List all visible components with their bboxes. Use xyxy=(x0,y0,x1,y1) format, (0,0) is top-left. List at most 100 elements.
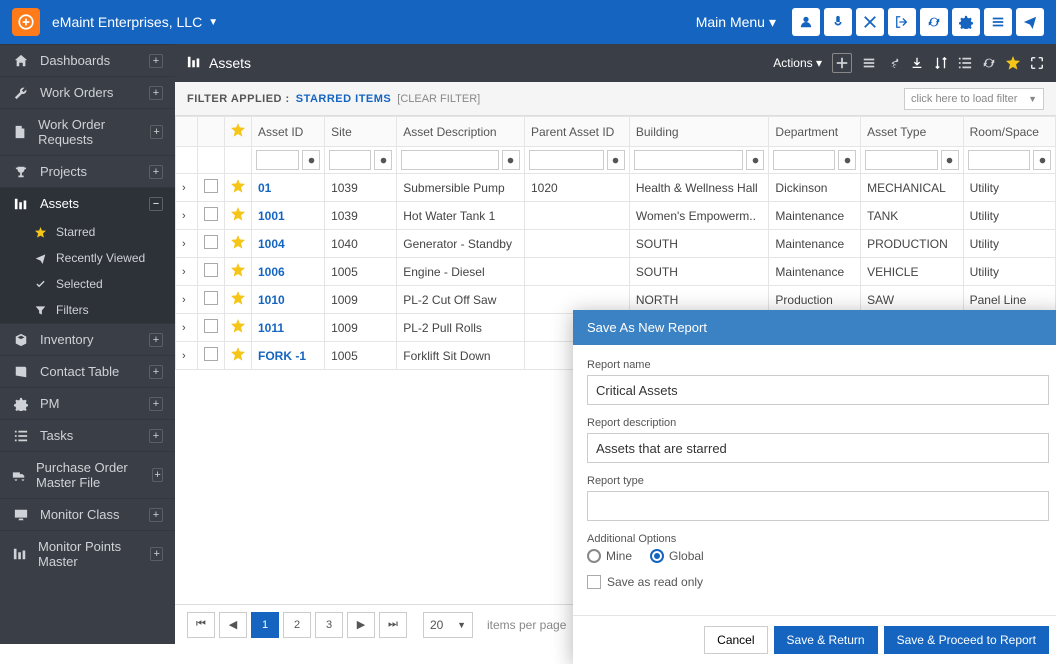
sidebar-item-projects[interactable]: Projects+ xyxy=(0,155,175,187)
expand-row-icon[interactable]: › xyxy=(176,342,198,370)
sidebar-sub-filters[interactable]: Filters xyxy=(0,297,175,323)
filter-btn-icon[interactable] xyxy=(941,150,959,170)
settings-icon[interactable] xyxy=(952,8,980,36)
sidebar-item-po-master[interactable]: Purchase Order Master File+ xyxy=(0,451,175,498)
sidebar-item-work-orders[interactable]: Work Orders+ xyxy=(0,76,175,108)
row-star-icon[interactable] xyxy=(225,202,252,230)
refresh-icon[interactable] xyxy=(920,8,948,36)
sidebar-item-pm[interactable]: PM+ xyxy=(0,387,175,419)
mic-icon[interactable] xyxy=(824,8,852,36)
expand-icon[interactable]: + xyxy=(149,508,163,522)
sidebar-item-dashboards[interactable]: Dashboards+ xyxy=(0,44,175,76)
save-return-button[interactable]: Save & Return xyxy=(774,626,878,654)
row-star-icon[interactable] xyxy=(225,286,252,314)
sidebar-sub-selected[interactable]: Selected xyxy=(0,271,175,297)
refresh-icon[interactable] xyxy=(982,56,996,70)
row-checkbox[interactable] xyxy=(198,202,225,230)
asset-id-link[interactable]: 1004 xyxy=(258,237,285,251)
filter-btn-icon[interactable] xyxy=(502,150,520,170)
expand-row-icon[interactable]: › xyxy=(176,202,198,230)
expand-icon[interactable]: + xyxy=(149,333,163,347)
row-checkbox[interactable] xyxy=(198,258,225,286)
column-department[interactable]: Department xyxy=(769,117,861,147)
pager-first[interactable]: ⏮ xyxy=(187,612,215,638)
expand-icon[interactable]: + xyxy=(149,165,163,179)
asset-id-link[interactable]: 1010 xyxy=(258,293,285,307)
filter-btn-icon[interactable] xyxy=(374,150,392,170)
filter-btn-icon[interactable] xyxy=(302,150,320,170)
expand-icon[interactable] xyxy=(1030,56,1044,70)
asset-id-link[interactable]: 1006 xyxy=(258,265,285,279)
report-type-input[interactable] xyxy=(587,491,1049,521)
pager-page-3[interactable]: 3 xyxy=(315,612,343,638)
app-logo[interactable] xyxy=(12,8,40,36)
star-icon[interactable] xyxy=(1006,56,1020,70)
filter-desc[interactable] xyxy=(401,150,499,170)
user-icon[interactable] xyxy=(792,8,820,36)
radio-global[interactable]: Global xyxy=(650,549,704,563)
company-selector[interactable]: eMaint Enterprises, LLC ▼ xyxy=(52,14,218,30)
column-star[interactable] xyxy=(225,117,252,147)
column-site[interactable]: Site xyxy=(325,117,397,147)
expand-row-icon[interactable]: › xyxy=(176,286,198,314)
sidebar-item-wo-requests[interactable]: Work Order Requests+ xyxy=(0,108,175,155)
sidebar-sub-starred[interactable]: Starred xyxy=(0,219,175,245)
main-menu-button[interactable]: Main Menu ▾ xyxy=(696,14,776,31)
pager-next[interactable]: ▶ xyxy=(347,612,375,638)
pager-last[interactable]: ⏭ xyxy=(379,612,407,638)
filter-asset-id[interactable] xyxy=(256,150,299,170)
row-checkbox[interactable] xyxy=(198,342,225,370)
column-asset-desc[interactable]: Asset Description xyxy=(397,117,525,147)
filter-parent[interactable] xyxy=(529,150,604,170)
row-star-icon[interactable] xyxy=(225,342,252,370)
asset-id-link[interactable]: 01 xyxy=(258,181,271,195)
column-building[interactable]: Building xyxy=(629,117,769,147)
locate-icon[interactable] xyxy=(1016,8,1044,36)
sidebar-item-monitor-class[interactable]: Monitor Class+ xyxy=(0,498,175,530)
grid-icon[interactable] xyxy=(862,56,876,70)
expand-icon[interactable]: + xyxy=(150,547,163,561)
expand-icon[interactable]: + xyxy=(149,365,163,379)
sidebar-item-assets[interactable]: Assets− xyxy=(0,187,175,219)
expand-icon[interactable]: + xyxy=(149,86,163,100)
list-icon[interactable] xyxy=(958,56,972,70)
pager-prev[interactable]: ◀ xyxy=(219,612,247,638)
filter-site[interactable] xyxy=(329,150,371,170)
report-desc-input[interactable] xyxy=(587,433,1049,463)
asset-id-link[interactable]: 1011 xyxy=(258,321,284,335)
expand-icon[interactable]: + xyxy=(149,397,163,411)
pager-page-2[interactable]: 2 xyxy=(283,612,311,638)
report-name-input[interactable] xyxy=(587,375,1049,405)
sidebar-item-contact[interactable]: Contact Table+ xyxy=(0,355,175,387)
column-asset-id[interactable]: Asset ID xyxy=(252,117,325,147)
save-readonly-checkbox[interactable]: Save as read only xyxy=(587,575,1049,589)
row-star-icon[interactable] xyxy=(225,314,252,342)
expand-row-icon[interactable]: › xyxy=(176,230,198,258)
expand-row-icon[interactable]: › xyxy=(176,314,198,342)
expand-row-icon[interactable]: › xyxy=(176,174,198,202)
pager-size-select[interactable]: 20▼ xyxy=(423,612,473,638)
add-icon[interactable] xyxy=(832,53,852,73)
filter-btn-icon[interactable] xyxy=(746,150,764,170)
sidebar-item-inventory[interactable]: Inventory+ xyxy=(0,323,175,355)
radio-mine[interactable]: Mine xyxy=(587,549,632,563)
exit-icon[interactable] xyxy=(888,8,916,36)
row-star-icon[interactable] xyxy=(225,174,252,202)
column-asset-type[interactable]: Asset Type xyxy=(861,117,963,147)
filter-room[interactable] xyxy=(968,150,1030,170)
actions-dropdown[interactable]: Actions ▾ xyxy=(773,56,822,70)
download-icon[interactable] xyxy=(910,56,924,70)
row-checkbox[interactable] xyxy=(198,286,225,314)
filter-btn-icon[interactable] xyxy=(1033,150,1051,170)
row-checkbox[interactable] xyxy=(198,174,225,202)
clear-filter-link[interactable]: [CLEAR FILTER] xyxy=(397,93,480,105)
filter-btn-icon[interactable] xyxy=(838,150,856,170)
row-checkbox[interactable] xyxy=(198,230,225,258)
filter-dept[interactable] xyxy=(773,150,835,170)
column-parent-id[interactable]: Parent Asset ID xyxy=(524,117,629,147)
expand-icon[interactable]: + xyxy=(150,125,163,139)
cancel-button[interactable]: Cancel xyxy=(704,626,767,654)
asset-id-link[interactable]: FORK -1 xyxy=(258,349,306,363)
save-proceed-button[interactable]: Save & Proceed to Report xyxy=(884,626,1049,654)
load-filter-dropdown[interactable]: click here to load filter ▼ xyxy=(904,88,1044,110)
